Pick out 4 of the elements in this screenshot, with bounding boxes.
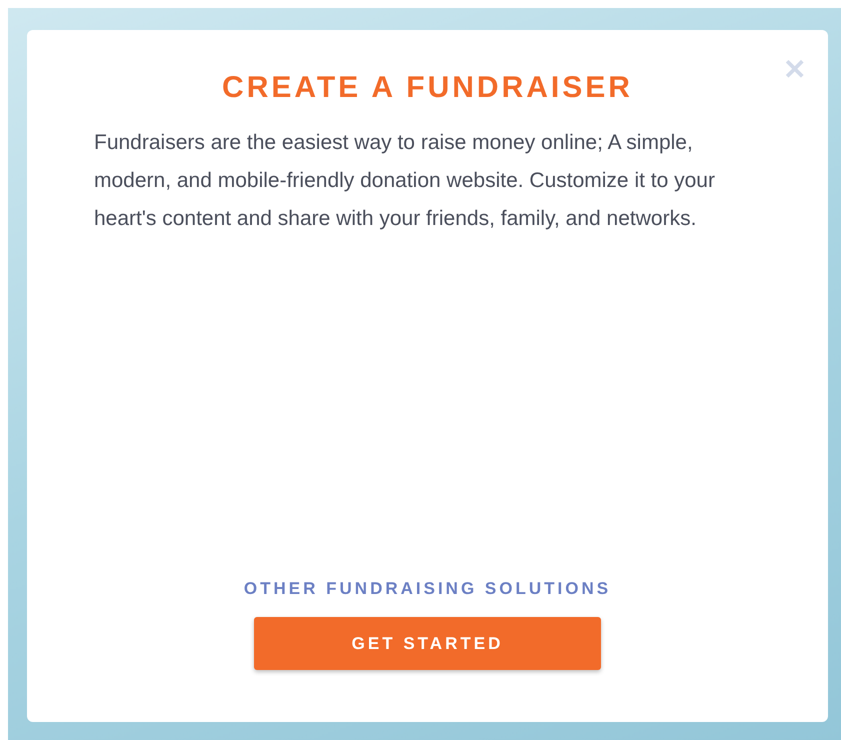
other-solutions-link[interactable]: OTHER FUNDRAISING SOLUTIONS (244, 577, 612, 601)
modal-title: CREATE A FUNDRAISER (222, 70, 633, 106)
get-started-button[interactable]: GET STARTED (254, 617, 601, 670)
description-text: Fundraisers are the easiest way to raise money online; A simple, modern, and mobile-friendly donation website. Customize it to your heart's content and share with your friends, family, and networks. (94, 130, 716, 232)
